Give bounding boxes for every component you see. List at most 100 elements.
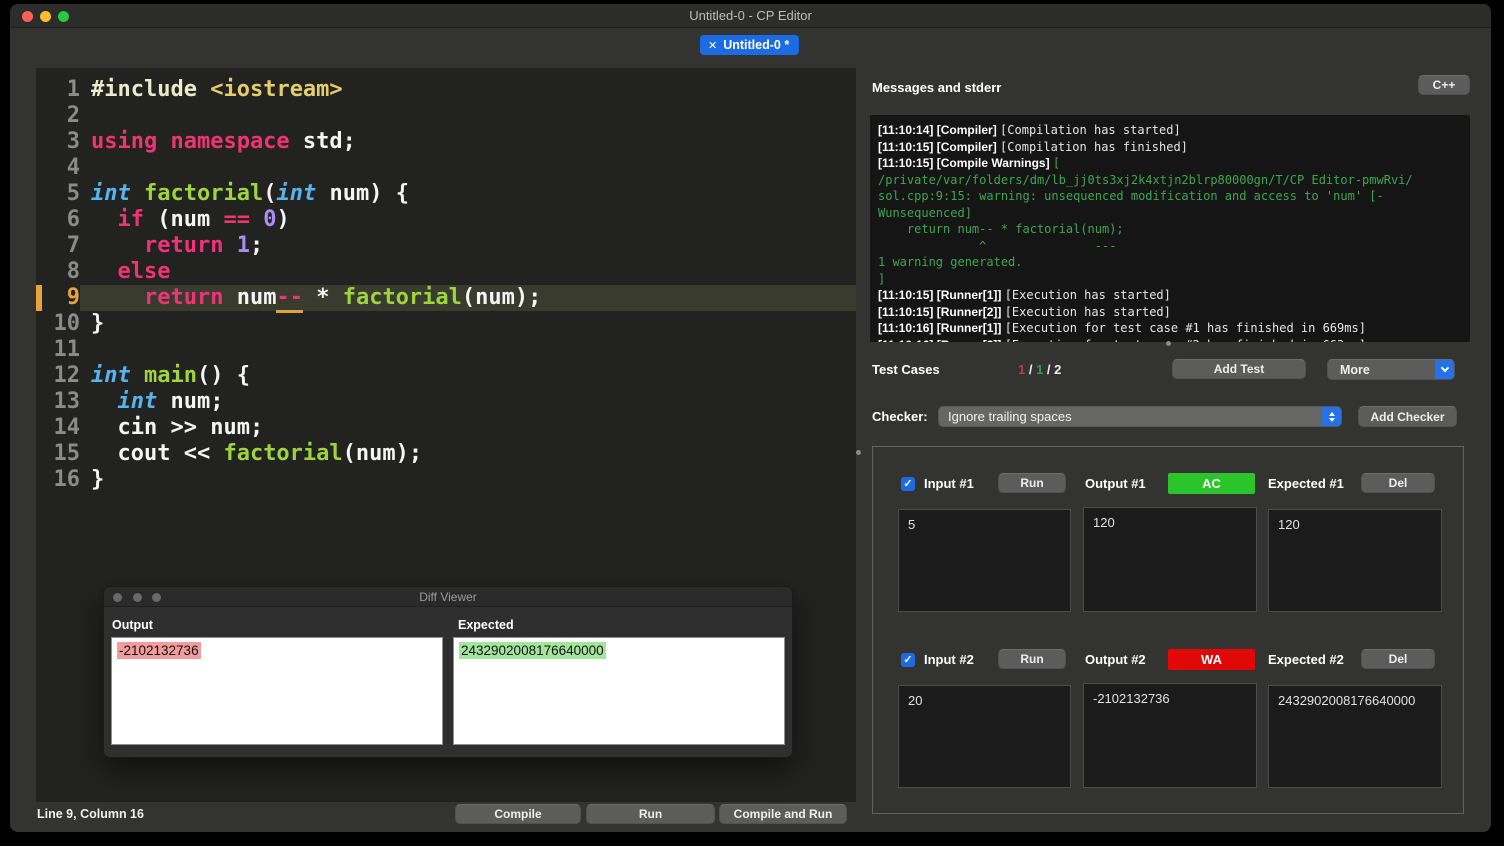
log-message: [Execution has started] xyxy=(1004,304,1171,319)
testcase-1-output-label: Output #1 xyxy=(1085,476,1146,491)
testcase-1-output-box[interactable]: 120 xyxy=(1083,507,1257,612)
compile-button[interactable]: Compile xyxy=(455,804,581,824)
code-line-6[interactable]: 6 if (num == 0) xyxy=(36,207,856,233)
testcases-container: ✓ Input #1 Run Output #1 AC Expected #1 … xyxy=(872,446,1464,814)
code-line-7[interactable]: 7 return 1; xyxy=(36,233,856,259)
line-number: 8 xyxy=(66,259,80,284)
tab-untitled-0[interactable]: ✕ Untitled-0 * xyxy=(700,35,800,55)
code-text: } xyxy=(91,467,105,492)
code-line-2[interactable]: 2 xyxy=(36,103,856,129)
log-line: [11:10:15] [Compiler] [Compilation has f… xyxy=(878,139,1462,156)
code-line-5[interactable]: 5 int factorial(int num) { xyxy=(36,181,856,207)
code-text: else xyxy=(117,259,171,284)
add-test-button[interactable]: Add Test xyxy=(1172,359,1306,379)
log-message: ^ --- xyxy=(878,238,1117,253)
line-number: 16 xyxy=(53,467,81,492)
log-message: /private/var/folders/dm/lb_jj0ts3xj2k4xt… xyxy=(878,172,1413,187)
splitter-handle-vertical[interactable] xyxy=(856,450,861,455)
line-number: 5 xyxy=(66,181,80,206)
add-checker-button[interactable]: Add Checker xyxy=(1358,406,1457,427)
language-button[interactable]: C++ xyxy=(1418,75,1470,95)
count-separator: / xyxy=(1025,362,1037,377)
log-line: sol.cpp:9:15: warning: unsequenced modif… xyxy=(878,188,1462,205)
diff-expected-panel[interactable]: 2432902008176640000 xyxy=(453,637,785,745)
code-line-14[interactable]: 14 cin >> num; xyxy=(36,415,856,441)
testcase-1-expected-box[interactable]: 120 xyxy=(1268,509,1442,612)
testcase-1-expected-label: Expected #1 xyxy=(1268,476,1344,491)
checker-select[interactable]: Ignore trailing spaces xyxy=(938,406,1342,427)
testcase-2-input-box[interactable]: 20 xyxy=(898,685,1071,788)
log-message: [Execution has started] xyxy=(1004,288,1171,302)
code-line-4[interactable]: 4 xyxy=(36,155,856,181)
log-line: [11:10:15] [Compile Warnings] [ xyxy=(878,155,1462,172)
testcase-1-delete-button[interactable]: Del xyxy=(1361,473,1435,493)
testcase-1-input-header: ✓ Input #1 xyxy=(901,473,974,494)
app-window: Untitled-0 - CP Editor ✕ Untitled-0 * 1 #… xyxy=(10,4,1491,832)
select-spinner-icon xyxy=(1322,407,1341,426)
testcase-2-run-button[interactable]: Run xyxy=(998,649,1066,669)
testcase-1-input-label: Input #1 xyxy=(924,476,974,491)
log-message: Wunsequenced] xyxy=(878,205,972,220)
code-text: cin >> num; xyxy=(91,415,264,440)
window-title: Untitled-0 - CP Editor xyxy=(689,8,812,23)
testcase-2-expected-box[interactable]: 2432902008176640000 xyxy=(1268,685,1442,788)
log-message: [Compilation has finished] xyxy=(1000,139,1188,154)
code-text: int factorial(int num) { xyxy=(91,181,409,206)
testcase-2-input-label: Input #2 xyxy=(924,652,974,667)
splitter-handle-horizontal[interactable] xyxy=(1166,341,1171,346)
code-text: } xyxy=(91,311,105,336)
code-line-15[interactable]: 15 cout << factorial(num); xyxy=(36,441,856,467)
tab-close-icon[interactable]: ✕ xyxy=(708,39,717,52)
log-line: [11:10:14] [Compiler] [Compilation has s… xyxy=(878,122,1462,139)
testcase-1-run-button[interactable]: Run xyxy=(998,473,1066,493)
code-text: #include <iostream> xyxy=(91,77,343,102)
log-message: [ xyxy=(1052,156,1061,170)
code-line-10[interactable]: 10} xyxy=(36,311,856,337)
code-line-9[interactable]: 9 return num-- * factorial(num); xyxy=(36,285,856,313)
testcase-2-delete-button[interactable]: Del xyxy=(1361,649,1435,669)
diff-output-panel[interactable]: -2102132736 xyxy=(111,637,443,745)
code-text: int main() { xyxy=(91,363,250,388)
run-button[interactable]: Run xyxy=(586,804,715,824)
testcase-1-verdict-badge: AC xyxy=(1168,473,1255,494)
testcase-2-checkbox[interactable]: ✓ xyxy=(901,652,915,667)
log-timestamp: [11:10:15] [Compile Warnings] xyxy=(878,156,1053,170)
log-line: [11:10:15] [Runner[2]] [Execution has st… xyxy=(878,304,1462,321)
log-timestamp: [11:10:16] [Runner[2]] xyxy=(878,338,1005,343)
code-line-16[interactable]: 16} xyxy=(36,467,856,493)
log-line: [11:10:16] [Runner[1]] [Execution for te… xyxy=(878,320,1462,337)
diff-expected-label: Expected xyxy=(458,618,514,632)
more-dropdown-label: More xyxy=(1340,362,1370,377)
code-text: using namespace std; xyxy=(91,129,356,154)
compiler-log-console[interactable]: [11:10:14] [Compiler] [Compilation has s… xyxy=(870,115,1470,342)
log-timestamp: [11:10:15] [Runner[1]] xyxy=(878,288,1005,302)
code-line-12[interactable]: 12 int main() { xyxy=(36,363,856,389)
testcase-1-input-box[interactable]: 5 xyxy=(898,509,1071,612)
log-message: [Execution for test case #2 has finished… xyxy=(1005,338,1366,343)
line-number: 2 xyxy=(66,103,80,128)
testcase-2-expected-label: Expected #2 xyxy=(1268,652,1344,667)
code-line-1[interactable]: 1 #include <iostream> xyxy=(36,77,856,103)
code-text: return 1; xyxy=(143,233,264,258)
code-line-13[interactable]: 13 int num; xyxy=(36,389,856,415)
code-line-3[interactable]: 3 using namespace std; xyxy=(36,129,856,155)
code-line-8[interactable]: 8 else xyxy=(36,259,856,285)
tab-label: Untitled-0 * xyxy=(723,38,790,52)
log-line: return num-- * factorial(num); xyxy=(878,221,1462,238)
line-number: 13 xyxy=(53,389,81,414)
log-message: [Compilation has started] xyxy=(1000,123,1181,137)
count-separator: / xyxy=(1043,362,1055,377)
code-line-11[interactable]: 11 xyxy=(36,337,856,363)
compile-and-run-button[interactable]: Compile and Run xyxy=(719,804,847,824)
checker-selected-option: Ignore trailing spaces xyxy=(948,409,1072,424)
diff-viewer-titlebar: Diff Viewer xyxy=(104,587,792,607)
more-dropdown[interactable]: More xyxy=(1327,359,1455,380)
diff-output-label: Output xyxy=(112,618,153,632)
log-timestamp: [11:10:15] [Compiler] xyxy=(878,139,1001,154)
messages-panel-title: Messages and stderr xyxy=(872,80,1002,95)
testcase-2-output-box[interactable]: -2102132736 xyxy=(1083,683,1257,788)
testcase-1-checkbox[interactable]: ✓ xyxy=(901,476,915,491)
titlebar: Untitled-0 - CP Editor xyxy=(10,4,1491,28)
chevron-down-icon xyxy=(1435,360,1454,379)
